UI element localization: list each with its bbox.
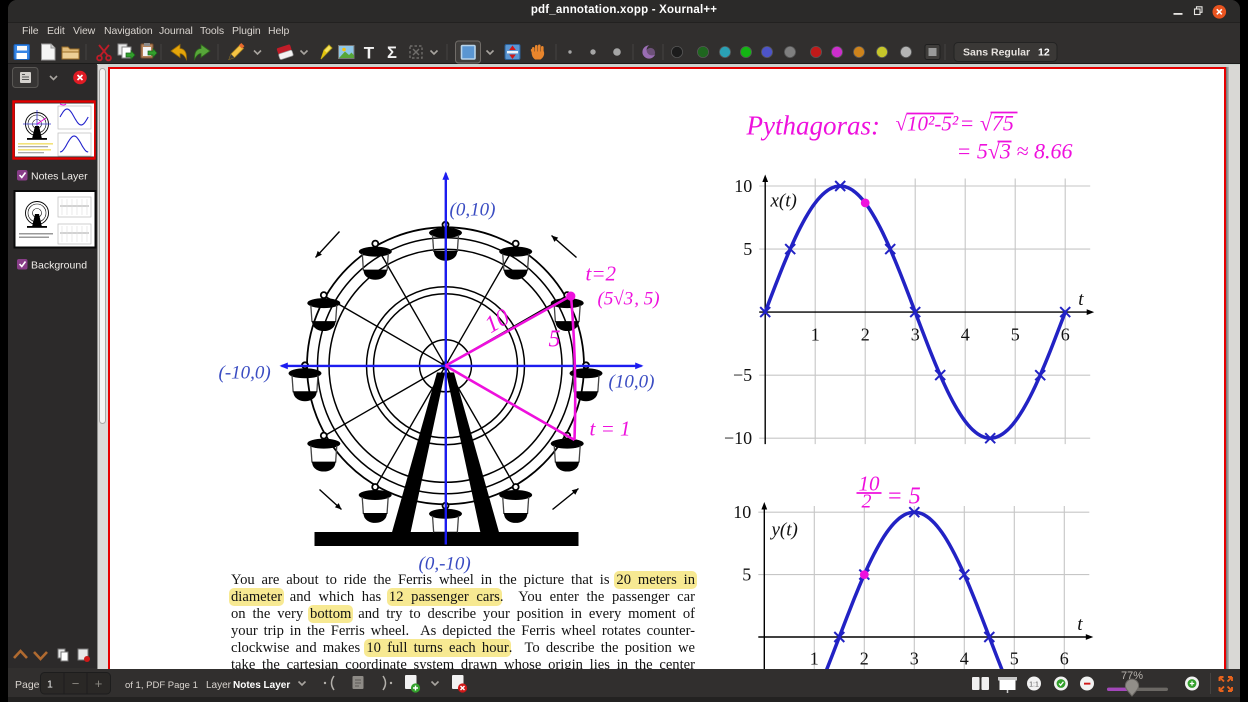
svg-text:3: 3	[909, 648, 918, 668]
svg-text:√10²-5²: √10²-5²	[895, 111, 958, 135]
svg-text:4: 4	[959, 648, 968, 668]
svg-text:5: 5	[1009, 648, 1018, 668]
svg-text:t=2: t=2	[585, 261, 616, 285]
svg-text:2: 2	[859, 648, 868, 668]
svg-text:+: +	[95, 676, 103, 691]
svg-text:12: 12	[1038, 47, 1050, 59]
svg-text:1:1: 1:1	[1029, 682, 1039, 689]
svg-text:Background: Background	[31, 260, 87, 272]
svg-text:1: 1	[809, 648, 818, 668]
svg-text:Σ: Σ	[387, 44, 397, 62]
svg-text:Notes Layer: Notes Layer	[31, 171, 88, 183]
svg-text:1: 1	[810, 324, 819, 344]
svg-text:x(t): x(t)	[769, 190, 796, 211]
svg-text:Layer: Layer	[206, 680, 232, 691]
svg-text:−10: −10	[724, 428, 752, 448]
svg-text:t: t	[1078, 289, 1084, 310]
svg-text:(0,10): (0,10)	[449, 199, 495, 220]
svg-text:5: 5	[548, 326, 560, 352]
svg-text:4: 4	[960, 324, 969, 344]
svg-text:= 5√3 ≈ 8.66: = 5√3 ≈ 8.66	[956, 138, 1072, 163]
svg-text:5: 5	[1010, 324, 1019, 344]
svg-text:(5√3, 5): (5√3, 5)	[597, 288, 659, 309]
svg-text:T: T	[364, 44, 375, 63]
svg-text:2: 2	[860, 324, 869, 344]
svg-text:Page: Page	[15, 679, 40, 691]
svg-text:(0,-10): (0,-10)	[418, 553, 470, 574]
svg-text:= √75: = √75	[959, 110, 1013, 135]
svg-text:Pythagoras:: Pythagoras:	[745, 110, 879, 140]
svg-text:−5: −5	[733, 365, 752, 385]
svg-text:y(t): y(t)	[769, 519, 797, 540]
svg-text:−: −	[72, 676, 80, 691]
svg-text:6: 6	[1059, 648, 1068, 668]
svg-text:(-10,0): (-10,0)	[218, 362, 270, 383]
svg-text:6: 6	[1060, 324, 1069, 344]
svg-text:10: 10	[734, 176, 752, 196]
svg-text:5: 5	[742, 564, 751, 584]
svg-text:5: 5	[743, 239, 752, 259]
svg-text:t = 1: t = 1	[589, 416, 630, 440]
svg-text:Notes Layer: Notes Layer	[233, 680, 290, 691]
svg-text:of 1, PDF Page 1: of 1, PDF Page 1	[125, 680, 198, 691]
svg-text:(10,0): (10,0)	[608, 371, 654, 392]
svg-text:10: 10	[733, 502, 751, 522]
svg-text:Sans Regular: Sans Regular	[963, 47, 1030, 59]
svg-text:1: 1	[47, 679, 53, 691]
svg-text:= 5: = 5	[886, 483, 920, 509]
svg-text:t: t	[1077, 614, 1083, 635]
svg-text:3: 3	[910, 324, 919, 344]
